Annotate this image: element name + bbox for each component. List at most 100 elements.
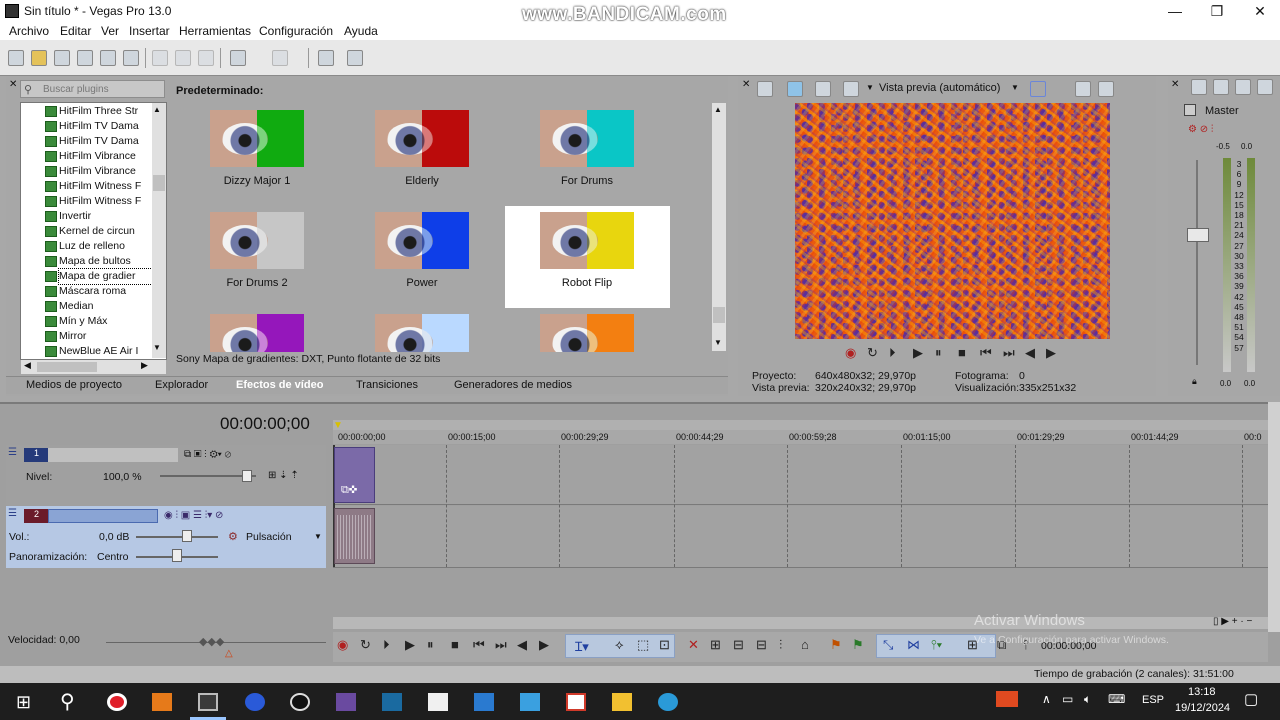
menu-herramientas[interactable]: Herramientas bbox=[179, 24, 251, 38]
copy-snapshot-icon[interactable] bbox=[1075, 81, 1091, 97]
open-folder-icon[interactable] bbox=[31, 50, 47, 66]
zoom-tool-icon[interactable]: ⊡ bbox=[659, 637, 670, 653]
menu-ayuda[interactable]: Ayuda bbox=[344, 24, 378, 38]
mixer-icon[interactable] bbox=[1191, 79, 1207, 95]
preset-scrollbar[interactable]: ▲ ▼ bbox=[712, 103, 726, 351]
track-2-controls-icon[interactable]: ◉ ⫶ ▣ ☰ ⫶▾ ⊘ bbox=[164, 510, 223, 521]
track-2-name-field[interactable] bbox=[48, 509, 158, 523]
menu-ver[interactable]: Ver bbox=[101, 24, 119, 38]
audio-clip[interactable] bbox=[334, 508, 375, 564]
plugin-tree-item[interactable]: Mapa de bultos bbox=[59, 254, 154, 269]
new-project-icon[interactable] bbox=[8, 50, 24, 66]
plugin-tree-item[interactable]: HitFilm Three Str bbox=[59, 104, 154, 119]
preset-thumbnail[interactable] bbox=[540, 212, 634, 269]
overlay-icon[interactable] bbox=[1030, 81, 1046, 97]
save-icon[interactable] bbox=[54, 50, 70, 66]
plugin-tree-item[interactable]: HitFilm Witness F bbox=[59, 194, 154, 209]
tl-go-end-icon[interactable]: ⏭ bbox=[495, 637, 507, 653]
dim-output-icon[interactable] bbox=[1257, 79, 1273, 95]
master-fader[interactable] bbox=[1187, 228, 1209, 242]
preset-label[interactable]: Elderly bbox=[340, 175, 504, 187]
track-1-controls-icon[interactable]: ⧉ ▣ ⫶ ⚙▾ ⊘ bbox=[184, 449, 231, 460]
track-2-fx-icon[interactable]: ⚙ bbox=[228, 530, 238, 543]
keyboard-icon[interactable]: ⌨ bbox=[1108, 692, 1125, 706]
auto-crossfade-icon[interactable]: ⋈ bbox=[907, 637, 920, 653]
track-2-header[interactable]: ☰ 2 ◉ ⫶ ▣ ☰ ⫶▾ ⊘ Vol.: 0,0 dB ⚙ Pulsació… bbox=[6, 506, 326, 568]
external-monitor-icon[interactable] bbox=[787, 81, 803, 97]
tl-prev-frame-icon[interactable]: ◀ bbox=[517, 637, 527, 653]
preview-properties-icon[interactable] bbox=[757, 81, 773, 97]
speed-thumb-icon[interactable]: ◆◆◆ bbox=[199, 635, 224, 648]
menu-archivo[interactable]: Archivo bbox=[9, 24, 49, 38]
menu-configuracion[interactable]: Configuración bbox=[259, 24, 333, 38]
audio-track-lane[interactable] bbox=[333, 506, 1268, 568]
window-taskbar-icon[interactable] bbox=[520, 693, 540, 711]
stop-icon[interactable]: ■ bbox=[958, 345, 966, 360]
timeline-vertical-scrollbar[interactable] bbox=[1268, 402, 1280, 632]
tl-go-start-icon[interactable]: ⏮ bbox=[473, 637, 485, 653]
go-end-icon[interactable]: ⏭ bbox=[1003, 345, 1015, 361]
next-frame-icon[interactable]: ▶ bbox=[1046, 345, 1056, 361]
preview-mode-chevron-icon[interactable]: ▼ bbox=[1011, 83, 1019, 92]
preset-label[interactable]: Robot Flip bbox=[505, 277, 669, 289]
preset-thumbnail[interactable] bbox=[375, 212, 469, 269]
lock-icon[interactable]: 🔒︎ bbox=[1192, 376, 1197, 387]
tray-app-icon[interactable] bbox=[996, 691, 1018, 707]
selection-tool-icon[interactable]: ⬚ bbox=[637, 637, 649, 653]
loop-icon[interactable]: ↻ bbox=[867, 345, 878, 361]
downmix-icon[interactable] bbox=[1235, 79, 1251, 95]
clip-pan-crop-icon[interactable]: ⧉✜ bbox=[341, 484, 357, 497]
save-as-icon[interactable] bbox=[77, 50, 93, 66]
marker-icon[interactable]: ⚑ bbox=[830, 637, 842, 653]
split-screen-icon[interactable] bbox=[815, 81, 831, 97]
screen-capture-taskbar-icon[interactable] bbox=[474, 693, 494, 711]
preset-thumbnail[interactable] bbox=[210, 110, 304, 167]
trim-end-icon[interactable]: ⊟ bbox=[756, 637, 767, 653]
notifications-icon[interactable]: ▢ bbox=[1244, 690, 1258, 708]
delete-icon[interactable]: ✕ bbox=[688, 637, 699, 653]
properties-icon[interactable] bbox=[123, 50, 139, 66]
preview-quality-icon[interactable] bbox=[843, 81, 859, 97]
menu-insertar[interactable]: Insertar bbox=[129, 24, 170, 38]
tab-medios-proyecto[interactable]: Medios de proyecto bbox=[26, 379, 122, 391]
preset-thumbnail[interactable] bbox=[375, 110, 469, 167]
region-icon[interactable]: ⚑ bbox=[852, 637, 864, 653]
edge-taskbar-icon[interactable] bbox=[658, 693, 678, 711]
lock-event-icon[interactable]: ⌂ bbox=[801, 637, 809, 652]
plugin-tree-item[interactable]: Máscara roma bbox=[59, 284, 154, 299]
play-icon[interactable]: ▶ bbox=[913, 345, 923, 361]
close-button[interactable]: ✕ bbox=[1245, 2, 1275, 20]
tl-play-from-start-icon[interactable]: ⏵ bbox=[383, 637, 390, 653]
prev-frame-icon[interactable]: ◀ bbox=[1025, 345, 1035, 361]
normal-edit-tool-icon[interactable]: Ɪ▾ bbox=[575, 637, 589, 655]
master-fx-icon[interactable]: ⚙ ⊘ ⫶ bbox=[1188, 124, 1213, 135]
track-1-header[interactable]: ☰ 1 ⧉ ▣ ⫶ ⚙▾ ⊘ Nivel: 100,0 % ⊞ ⇣ ⇡ bbox=[6, 445, 326, 505]
plugin-tree-item[interactable]: Luz de relleno bbox=[59, 239, 154, 254]
plugin-tree-item[interactable]: HitFilm Vibrance bbox=[59, 164, 154, 179]
track-2-mode-chevron-icon[interactable]: ▼ bbox=[314, 532, 322, 541]
app-taskbar-icon[interactable] bbox=[245, 693, 265, 711]
obs-taskbar-icon[interactable] bbox=[290, 693, 310, 711]
master-checkbox[interactable] bbox=[1184, 104, 1196, 116]
fl-studio-taskbar-icon[interactable] bbox=[152, 693, 172, 711]
plugin-tree-item[interactable]: HitFilm Witness F bbox=[59, 179, 154, 194]
play-from-start-icon[interactable]: ⏵ bbox=[889, 345, 896, 361]
tab-efectos-video[interactable]: Efectos de vídeo bbox=[236, 379, 323, 391]
preset-label[interactable]: Power bbox=[340, 277, 504, 289]
split-icon[interactable]: ⫶ bbox=[779, 637, 782, 653]
video-clip[interactable]: ⧉✜ bbox=[334, 447, 375, 503]
envelope-tool-icon[interactable]: ⟡ bbox=[615, 637, 624, 653]
ripple-edit-icon[interactable]: ⫯▾ bbox=[931, 637, 942, 653]
pause-icon[interactable]: ⏸ bbox=[935, 345, 942, 361]
menu-editar[interactable]: Editar bbox=[60, 24, 91, 38]
plugin-tree-item[interactable]: HitFilm TV Dama bbox=[59, 119, 154, 134]
track-1-expand-icon[interactable]: ☰ bbox=[8, 447, 22, 461]
tl-play-icon[interactable]: ▶ bbox=[405, 637, 415, 653]
file-explorer-taskbar-icon[interactable] bbox=[612, 693, 632, 711]
record-icon[interactable]: ◉ bbox=[845, 345, 856, 361]
track-2-vol-slider[interactable] bbox=[136, 536, 218, 538]
clock-time[interactable]: 13:18 bbox=[1188, 686, 1216, 698]
preset-label[interactable]: For Drums bbox=[505, 175, 669, 187]
tree-horizontal-scrollbar[interactable]: ◀ ▶ bbox=[21, 360, 166, 374]
trim-start-icon[interactable]: ⊟ bbox=[733, 637, 744, 653]
